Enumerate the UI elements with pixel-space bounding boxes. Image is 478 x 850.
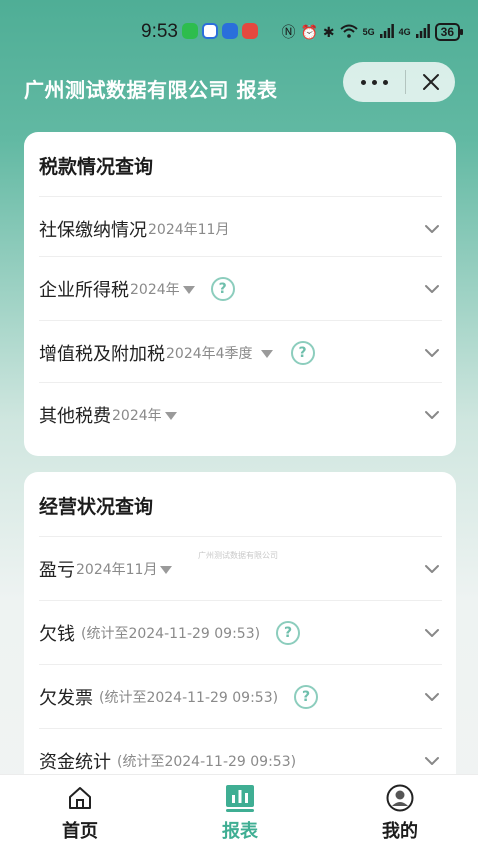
caret-down-icon[interactable] — [182, 285, 195, 294]
row-profit-loss[interactable]: 盈亏 2024年11月 — [39, 536, 442, 600]
period-selector[interactable]: 2024年11月 — [76, 559, 157, 579]
tax-section-title: 税款情况查询 — [39, 156, 154, 178]
row-invoices-due[interactable]: 欠发票 (统计至2024-11-29 09:53) ? — [39, 664, 442, 728]
nfc-icon: Ⓝ — [281, 24, 296, 40]
close-button[interactable] — [406, 62, 455, 102]
row-label: 其他税费 — [39, 405, 111, 427]
help-icon[interactable]: ? — [290, 340, 315, 365]
caret-down-icon[interactable] — [260, 349, 273, 358]
stat-time: (统计至2024-11-29 09:53) — [99, 689, 279, 706]
row-label: 企业所得税 — [39, 279, 129, 301]
row-label: 增值税及附加税 — [39, 343, 165, 365]
more-dot-icon — [371, 79, 377, 85]
chevron-down-icon — [425, 224, 439, 233]
tab-home-label: 首页 — [62, 821, 98, 842]
chevron-down-icon — [425, 756, 439, 765]
row-label: 欠发票 — [39, 687, 93, 709]
status-bar: 9:53 Ⓝ ⏰ ✱ 5G 4G 36 — [0, 0, 478, 62]
tab-home[interactable]: 首页 — [30, 783, 130, 843]
signal-icon — [379, 23, 394, 41]
row-label: 欠钱 — [39, 623, 75, 645]
help-icon[interactable]: ? — [210, 276, 235, 301]
row-other-taxes[interactable]: 其他税费 2024年 — [39, 382, 442, 446]
row-vat-surcharge[interactable]: 增值税及附加税 2024年4季度 ? — [39, 320, 442, 384]
row-corporate-income-tax[interactable]: 企业所得税 2024年 ? — [39, 256, 442, 320]
row-label: 盈亏 — [39, 559, 75, 581]
period-selector[interactable]: 2024年4季度 — [166, 343, 253, 363]
row-label: 资金统计 — [39, 751, 111, 773]
chevron-down-icon — [425, 564, 439, 573]
tab-report-label: 报表 — [222, 821, 258, 842]
business-query-card: 经营状况查询 广州测试数据有限公司 盈亏 2024年11月 欠钱 (统计至202… — [24, 472, 456, 792]
signal-4g-label: 4G — [398, 27, 411, 37]
wechat-icon — [182, 23, 198, 39]
page-title: 广州测试数据有限公司 报表 — [24, 78, 278, 102]
tab-report[interactable]: 报表 — [190, 783, 290, 843]
more-button[interactable] — [343, 62, 405, 102]
status-indicators: Ⓝ ⏰ ✱ 5G 4G 36 — [281, 22, 464, 42]
tab-mine-label: 我的 — [382, 821, 418, 842]
app-notification-icon — [242, 23, 258, 39]
row-period: 2024年11月 — [148, 221, 230, 238]
more-dot-icon — [382, 79, 388, 85]
status-app-icons — [182, 23, 258, 39]
help-icon[interactable]: ? — [276, 620, 301, 645]
miniprogram-capsule — [343, 62, 455, 102]
caret-down-icon[interactable] — [164, 411, 177, 420]
user-avatar-icon — [385, 783, 415, 813]
report-icon — [225, 783, 255, 813]
wifi-icon — [339, 24, 358, 41]
signal-5g-label: 5G — [362, 27, 375, 37]
chevron-down-icon — [425, 410, 439, 419]
browser-icon — [222, 23, 238, 39]
tax-query-card: 税款情况查询 社保缴纳情况 2024年11月 企业所得税 2024年 ? 增值税… — [24, 132, 456, 456]
home-icon — [65, 783, 95, 813]
chevron-down-icon — [425, 348, 439, 357]
battery-indicator: 36 — [434, 23, 464, 41]
help-icon[interactable]: ? — [294, 684, 319, 709]
period-selector[interactable]: 2024年 — [112, 405, 162, 425]
alarm-icon: ⏰ — [300, 23, 318, 40]
row-label: 社保缴纳情况 — [39, 219, 147, 241]
more-dot-icon — [360, 79, 366, 85]
row-receivables[interactable]: 欠钱 (统计至2024-11-29 09:53) ? — [39, 600, 442, 664]
caret-down-icon[interactable] — [160, 565, 173, 574]
chat-icon — [202, 23, 218, 39]
close-icon — [422, 74, 439, 90]
stat-time: (统计至2024-11-29 09:53) — [81, 625, 261, 642]
chevron-down-icon — [425, 284, 439, 293]
period-selector[interactable]: 2024年 — [130, 279, 180, 299]
business-section-title: 经营状况查询 — [39, 496, 154, 518]
signal-icon-2 — [415, 23, 430, 41]
row-social-insurance[interactable]: 社保缴纳情况 2024年11月 — [39, 196, 442, 260]
chevron-down-icon — [425, 692, 439, 701]
bluetooth-icon: ✱ — [322, 23, 335, 40]
bottom-tab-bar: 首页 报表 我的 — [0, 774, 478, 850]
chevron-down-icon — [425, 628, 439, 637]
stat-time: (统计至2024-11-29 09:53) — [117, 753, 297, 770]
status-time: 9:53 — [141, 21, 178, 42]
tab-mine[interactable]: 我的 — [350, 783, 450, 843]
